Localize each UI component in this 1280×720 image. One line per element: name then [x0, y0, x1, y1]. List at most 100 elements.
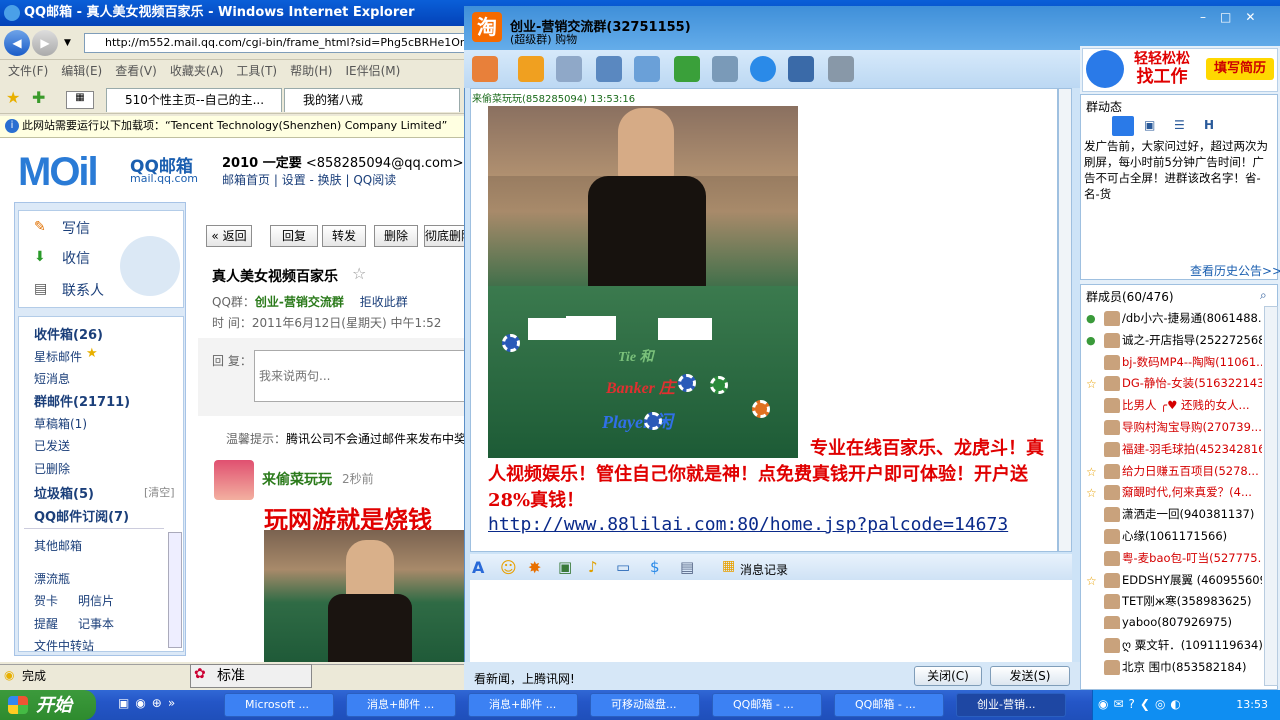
message-link[interactable]: http://www.88lilai.com:80/home.jsp?palco…: [488, 514, 1008, 535]
clear-spam-link[interactable]: [清空]: [144, 484, 175, 500]
font-icon[interactable]: A: [472, 558, 484, 577]
taskbar-item-msg1[interactable]: 消息+邮件 ...: [346, 693, 456, 717]
favorites-star-icon[interactable]: ★: [6, 88, 20, 107]
mail-logo[interactable]: MOil: [18, 150, 99, 195]
image-icon[interactable]: ▣: [558, 558, 572, 576]
notice-tab-icon[interactable]: [1112, 116, 1134, 136]
history-icon[interactable]: ▦: [722, 558, 735, 574]
magic-emoji-icon[interactable]: ✸: [528, 558, 541, 577]
menu-tools[interactable]: 工具(T): [236, 64, 277, 78]
tab-zhubajie[interactable]: 我的猪八戒: [284, 88, 460, 112]
nav-write[interactable]: 写信: [62, 218, 90, 238]
payment-icon[interactable]: [750, 56, 776, 82]
home-icon[interactable]: [472, 56, 498, 82]
folder-inbox[interactable]: 收件箱(26): [34, 324, 103, 343]
nav-contacts[interactable]: 联系人: [62, 280, 104, 300]
pay-icon[interactable]: $: [650, 558, 660, 576]
folder-group[interactable]: 群邮件(21711): [34, 391, 130, 410]
taskbar-item-qqgroup[interactable]: 创业-营销...: [956, 693, 1066, 717]
member-item[interactable]: 粤-麦bao包-叮当(527775...: [1086, 550, 1262, 566]
star-outline-icon[interactable]: ☆: [352, 264, 366, 283]
album-tab-icon[interactable]: ▣: [1144, 118, 1155, 132]
member-item[interactable]: ● /db小六-捷易通(8061488...: [1086, 310, 1262, 326]
news-link[interactable]: 看新闻，上腾讯网!: [474, 670, 575, 687]
reply-input[interactable]: [254, 350, 470, 402]
member-item[interactable]: ღ 粟文轩．(1091119634): [1086, 637, 1262, 653]
greeting-card[interactable]: 贺卡: [34, 592, 58, 609]
delete-button[interactable]: 删除: [374, 225, 418, 247]
member-item[interactable]: ☆ 奫靦时代,何来真爱？(4...: [1086, 484, 1262, 501]
link-home[interactable]: 邮箱首页: [222, 173, 270, 187]
taskbar-item-msg2[interactable]: 消息+邮件 ...: [468, 693, 578, 717]
member-item[interactable]: 福建-羽毛球拍(452342816): [1086, 441, 1262, 457]
tab-510[interactable]: 510个性主页--自己的主...: [106, 88, 282, 112]
window-controls-icon[interactable]: –□✕: [1200, 10, 1269, 24]
member-item[interactable]: 比男人 ╭♥ 还贱的女人...: [1086, 397, 1262, 414]
member-item[interactable]: ☆ 给力日赚五百项目(5278...: [1086, 463, 1262, 479]
nav-dropdown-icon[interactable]: ▼: [64, 38, 71, 48]
folder-sms[interactable]: 短消息: [34, 370, 70, 387]
menu-edit[interactable]: 编辑(E): [61, 64, 102, 78]
quick-launch-icon[interactable]: ▣◉⊕»: [118, 696, 181, 710]
back-button[interactable]: « 返回: [206, 225, 252, 247]
back-icon[interactable]: ◀: [4, 30, 30, 56]
clock[interactable]: 13:53: [1236, 698, 1268, 711]
info-bar[interactable]: 此网站需要运行以下加载项：“Tencent Technology(Shenzhe…: [0, 116, 470, 138]
emoji-icon[interactable]: ☺: [500, 558, 517, 577]
sender-name[interactable]: 来偷菜玩玩: [262, 469, 332, 489]
member-item[interactable]: 北京 围巾(853582184): [1086, 659, 1262, 675]
list-tab-icon[interactable]: ☰: [1174, 118, 1185, 132]
forward-button[interactable]: 转发: [322, 225, 366, 247]
add-favorite-icon[interactable]: ✚: [32, 88, 45, 107]
folder-deleted[interactable]: 已删除: [34, 460, 70, 477]
menu-help[interactable]: 帮助(H): [290, 64, 332, 78]
member-item[interactable]: 心缘(1061171566): [1086, 528, 1262, 544]
folder-subscriptions[interactable]: QQ邮件订阅(7): [34, 506, 129, 525]
reject-link[interactable]: 拒收此群: [360, 295, 408, 309]
member-search-icon[interactable]: ⌕: [1260, 288, 1267, 303]
menu-ie-companion[interactable]: IE伴侣(M): [345, 64, 400, 78]
taskbar-item-word[interactable]: Microsoft ...: [224, 693, 334, 717]
add-app-icon[interactable]: [674, 56, 700, 82]
folder-drafts[interactable]: 草稿箱(1): [34, 415, 87, 432]
member-item[interactable]: 潇洒走一回(940381137): [1086, 506, 1262, 523]
member-item[interactable]: ☆ DG-静怡-女装(516322143): [1086, 375, 1262, 392]
reply-button[interactable]: 回复: [270, 225, 318, 247]
address-bar[interactable]: http://m552.mail.qq.com/cgi-bin/frame_ht…: [84, 33, 470, 53]
other-mailboxes[interactable]: 其他邮箱: [34, 537, 82, 554]
member-item[interactable]: bj-数码MP4--陶陶(11061...: [1086, 354, 1262, 370]
folder-spam[interactable]: 垃圾箱(5): [34, 483, 94, 502]
member-item[interactable]: 导购村淘宝导购(270739...: [1086, 419, 1262, 435]
taskbar-item-qqmail1[interactable]: QQ邮箱 - ...: [712, 693, 822, 717]
resume-button[interactable]: 填写简历: [1206, 58, 1274, 80]
file-transfer[interactable]: 文件中转站: [34, 637, 94, 654]
menu-favorites[interactable]: 收藏夹(A): [170, 64, 224, 78]
music-icon[interactable]: ♪: [588, 558, 598, 576]
screen-icon[interactable]: [596, 56, 622, 82]
link-settings[interactable]: 设置 - 换肤: [282, 173, 342, 187]
member-item[interactable]: ● 诚之-开店指导(252272568): [1086, 332, 1262, 348]
message-input[interactable]: [470, 580, 1072, 662]
folder-starred[interactable]: 星标邮件: [34, 348, 82, 365]
drift-bottle[interactable]: 漂流瓶: [34, 570, 70, 587]
chat-scrollbar[interactable]: [1058, 88, 1072, 552]
close-button[interactable]: 关闭(C): [914, 666, 982, 686]
menu-view[interactable]: 查看(V): [115, 64, 157, 78]
forward-icon[interactable]: ▶: [32, 30, 58, 56]
quick-tabs-icon[interactable]: ▦: [66, 91, 94, 109]
ime-bar[interactable]: 标准: [190, 664, 312, 688]
tools-icon[interactable]: [712, 56, 738, 82]
album-icon[interactable]: [634, 56, 660, 82]
share-tab-icon[interactable]: H: [1204, 118, 1214, 132]
message-history-button[interactable]: 消息记录: [740, 561, 788, 578]
taskbar-item-usb[interactable]: 可移动磁盘...: [590, 693, 700, 717]
taskbar-item-qqmail2[interactable]: QQ邮箱 - ...: [834, 693, 944, 717]
member-item[interactable]: yaboo(807926975): [1086, 615, 1262, 630]
send-button[interactable]: 发送(S): [990, 666, 1070, 686]
reminder[interactable]: 提醒: [34, 615, 58, 632]
folder-sent[interactable]: 已发送: [34, 437, 70, 454]
postcard[interactable]: 明信片: [78, 592, 114, 609]
settings-gear-icon[interactable]: [828, 56, 854, 82]
stack-icon[interactable]: [788, 56, 814, 82]
link-reader[interactable]: QQ阅读: [353, 173, 396, 187]
